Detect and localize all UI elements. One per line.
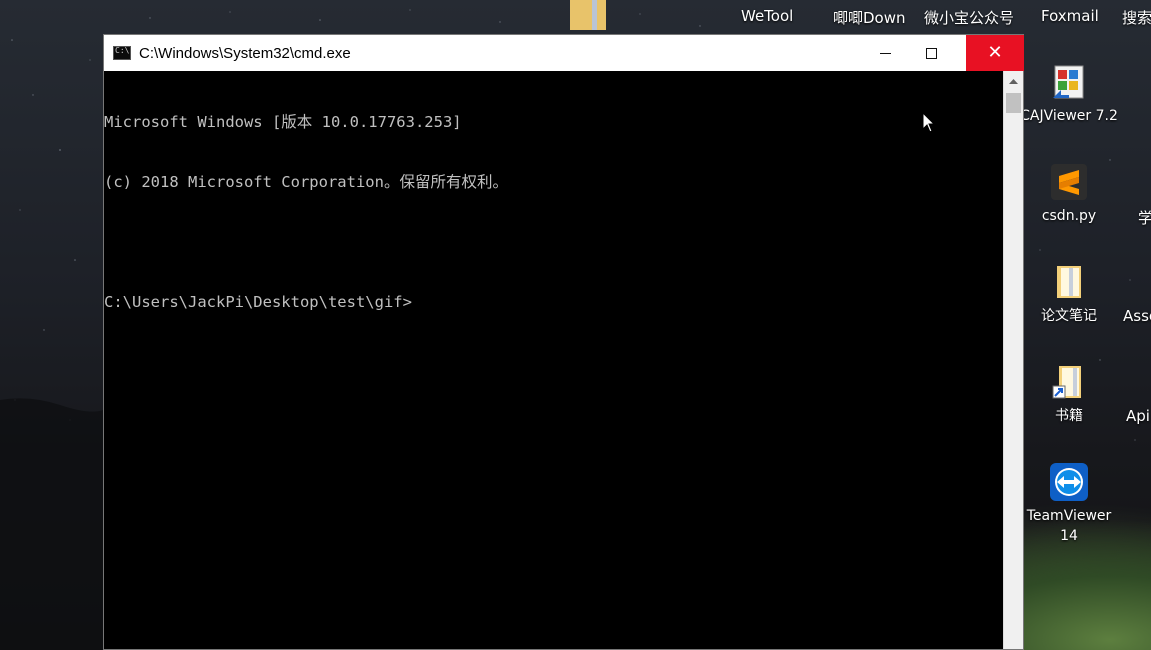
folder-shortcut-icon xyxy=(1052,366,1081,399)
teamviewer-icon xyxy=(1050,463,1088,501)
minimize-button[interactable] xyxy=(862,35,908,71)
cajviewer-icon xyxy=(1053,65,1084,99)
desktop-icon-label: csdn.py xyxy=(1041,208,1097,224)
desktop-icon-label: CAJViewer 7.2 xyxy=(1020,108,1118,124)
maximize-icon xyxy=(925,47,937,59)
desktop-icon-csdn-py[interactable]: csdn.py xyxy=(1019,162,1119,226)
cmd-icon xyxy=(113,46,131,60)
vertical-scrollbar[interactable] xyxy=(1003,71,1023,649)
desktop-icon-teamviewer[interactable]: TeamViewer 14 xyxy=(1019,462,1119,546)
console-line: (c) 2018 Microsoft Corporation。保留所有权利。 xyxy=(104,173,508,191)
desktop-icon-weixiaobao[interactable]: 微小宝公众号 xyxy=(924,7,1014,28)
desktop-icon-search[interactable]: 搜索 xyxy=(1122,7,1151,28)
console-line: Microsoft Windows [版本 10.0.17763.253] xyxy=(104,113,462,131)
maximize-button[interactable] xyxy=(908,35,954,71)
desktop-icon-jijidown[interactable]: 唧唧Down xyxy=(833,7,906,28)
desktop-icon-label: 书籍 xyxy=(1055,408,1083,424)
scrollbar-thumb[interactable] xyxy=(1006,93,1021,113)
mouse-cursor-icon xyxy=(922,112,936,133)
close-icon: ✕ xyxy=(987,42,1003,63)
desktop-icon-lunwen[interactable]: 论文笔记 xyxy=(1019,262,1119,326)
folder-icon xyxy=(1057,266,1081,298)
close-button[interactable]: ✕ xyxy=(966,35,1024,71)
window-title: C:\Windows\System32\cmd.exe xyxy=(139,44,351,62)
desktop-icon-partial[interactable]: Api xyxy=(1126,407,1150,425)
desktop-icon-books[interactable]: 书籍 xyxy=(1019,362,1119,426)
desktop-icon-label: 论文笔记 xyxy=(1041,308,1097,324)
scroll-up-button[interactable] xyxy=(1004,71,1023,90)
desktop-icon-foxmail[interactable]: Foxmail xyxy=(1041,7,1099,25)
desktop-icon-cajviewer[interactable]: CAJViewer 7.2 xyxy=(1019,62,1119,126)
desktop-icon-label: TeamViewer 14 xyxy=(1026,508,1112,544)
desktop-icon-partial[interactable]: 学 xyxy=(1138,207,1151,228)
desktop-icon-partial[interactable]: Asse xyxy=(1123,307,1151,325)
console-output[interactable]: Microsoft Windows [版本 10.0.17763.253] (c… xyxy=(104,71,1004,649)
minimize-icon xyxy=(879,52,891,54)
desktop-icon-wetool[interactable]: WeTool xyxy=(741,7,793,25)
command-prompt[interactable]: C:\Users\JackPi\Desktop\test\gif> xyxy=(104,292,1004,312)
chevron-up-icon xyxy=(1009,78,1018,84)
folder-icon[interactable] xyxy=(568,0,608,32)
sublime-text-icon xyxy=(1051,164,1087,200)
window-titlebar[interactable]: C:\Windows\System32\cmd.exe ✕ xyxy=(104,35,1024,71)
cmd-window[interactable]: C:\Windows\System32\cmd.exe ✕ Microsoft … xyxy=(103,34,1024,650)
